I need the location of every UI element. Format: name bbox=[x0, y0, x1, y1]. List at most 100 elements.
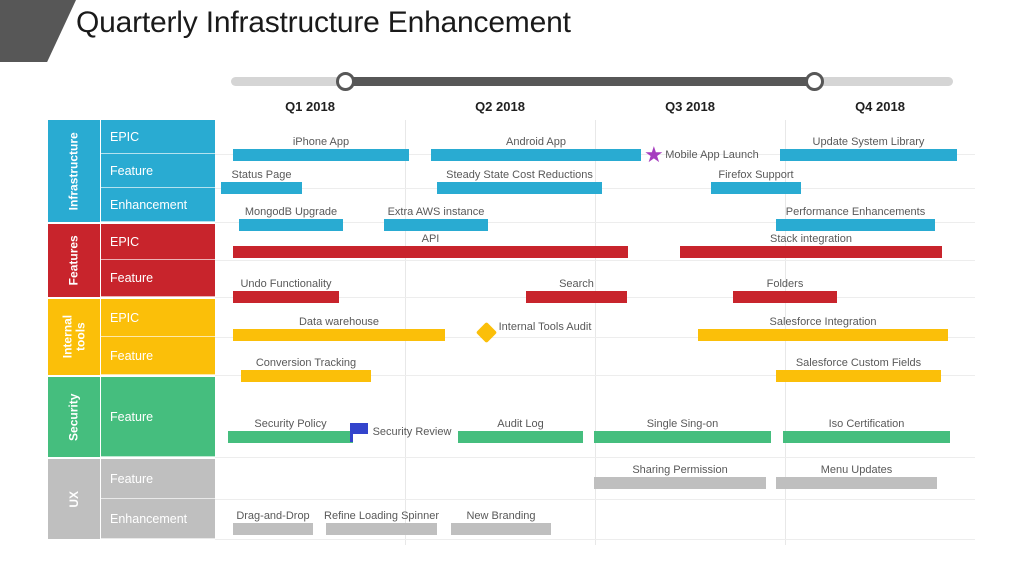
task-bar-fill[interactable] bbox=[780, 149, 957, 161]
sidebar-row-infrastructure-enhancement[interactable]: Enhancement bbox=[101, 188, 215, 222]
flag-cloth bbox=[353, 423, 368, 434]
category-block-infrastructure[interactable]: Infrastructure bbox=[48, 120, 100, 222]
category-label: Features bbox=[66, 235, 81, 286]
task-bar[interactable]: Search bbox=[526, 278, 627, 303]
task-bar-fill[interactable] bbox=[241, 370, 371, 382]
slider-handle-start[interactable] bbox=[336, 72, 355, 91]
task-bar[interactable]: Folders bbox=[733, 278, 837, 303]
task-label: Extra AWS instance bbox=[387, 206, 485, 218]
task-bar[interactable]: Conversion Tracking bbox=[241, 357, 371, 382]
task-bar[interactable]: Security Policy bbox=[228, 418, 353, 443]
task-label: Menu Updates bbox=[820, 464, 893, 476]
task-bar[interactable]: Update System Library bbox=[780, 136, 957, 161]
task-bar[interactable]: New Branding bbox=[451, 510, 551, 535]
task-label: Salesforce Integration bbox=[769, 316, 877, 328]
task-bar-fill[interactable] bbox=[594, 477, 766, 489]
timeline-range-slider[interactable] bbox=[231, 72, 953, 92]
task-bar-fill[interactable] bbox=[326, 523, 437, 535]
task-bar-fill[interactable] bbox=[233, 291, 339, 303]
sidebar-row-label: Feature bbox=[110, 471, 154, 486]
task-bar[interactable]: Sharing Permission bbox=[594, 464, 766, 489]
task-bar[interactable]: Steady State Cost Reductions bbox=[437, 169, 602, 194]
category-block-security[interactable]: Security bbox=[48, 377, 100, 457]
sidebar-row-label: Feature bbox=[110, 348, 154, 363]
task-bar[interactable]: Single Sing-on bbox=[594, 418, 771, 443]
task-label: Iso Certification bbox=[828, 418, 905, 430]
quarter-label-1: Q1 2018 bbox=[285, 99, 335, 114]
task-bar-fill[interactable] bbox=[431, 149, 641, 161]
task-bar-fill[interactable] bbox=[594, 431, 771, 443]
sidebar-row-infrastructure-epic[interactable]: EPIC bbox=[101, 120, 215, 154]
task-bar[interactable]: iPhone App bbox=[233, 136, 409, 161]
milestone-flag-icon[interactable]: Security Review bbox=[350, 423, 451, 442]
row-separator bbox=[215, 260, 975, 261]
task-bar-fill[interactable] bbox=[783, 431, 950, 443]
task-label: Conversion Tracking bbox=[255, 357, 357, 369]
star-icon: ★ bbox=[644, 142, 664, 167]
slider-handle-end[interactable] bbox=[805, 72, 824, 91]
task-bar-fill[interactable] bbox=[680, 246, 942, 258]
row-separator bbox=[215, 499, 975, 500]
task-bar[interactable]: Android App bbox=[431, 136, 641, 161]
task-bar[interactable]: Audit Log bbox=[458, 418, 583, 443]
task-bar[interactable]: Stack integration bbox=[680, 233, 942, 258]
category-block-features[interactable]: Features bbox=[48, 224, 100, 297]
sidebar-row-ux-enhancement[interactable]: Enhancement bbox=[101, 499, 215, 539]
sidebar-row-ux-feature[interactable]: Feature bbox=[101, 459, 215, 499]
sidebar-row-internal-tools-feature[interactable]: Feature bbox=[101, 337, 215, 375]
sidebar-row-label: EPIC bbox=[110, 129, 140, 144]
task-bar[interactable]: API bbox=[233, 233, 628, 258]
category-block-internal-tools[interactable]: Internal tools bbox=[48, 299, 100, 375]
task-bar-fill[interactable] bbox=[776, 477, 937, 489]
sidebar-row-label: EPIC bbox=[110, 234, 140, 249]
task-bar-fill[interactable] bbox=[233, 246, 628, 258]
task-bar-fill[interactable] bbox=[451, 523, 551, 535]
task-bar[interactable]: Firefox Support bbox=[711, 169, 801, 194]
sidebar-row-label: Feature bbox=[110, 163, 154, 178]
task-bar-fill[interactable] bbox=[228, 431, 353, 443]
sidebar-row-features-feature[interactable]: Feature bbox=[101, 260, 215, 297]
task-bar[interactable]: Performance Enhancements bbox=[776, 206, 935, 231]
sidebar-row-internal-tools-epic[interactable]: EPIC bbox=[101, 299, 215, 337]
task-bar-fill[interactable] bbox=[384, 219, 488, 231]
slider-selected-range[interactable] bbox=[344, 77, 814, 86]
task-bar[interactable]: Menu Updates bbox=[776, 464, 937, 489]
task-bar-fill[interactable] bbox=[526, 291, 627, 303]
task-bar[interactable]: Undo Functionality bbox=[233, 278, 339, 303]
category-sidebar: Infrastructure EPIC Feature Enhancement Feat… bbox=[48, 120, 215, 545]
task-bar-fill[interactable] bbox=[233, 149, 409, 161]
task-bar-fill[interactable] bbox=[698, 329, 948, 341]
task-bar[interactable]: Refine Loading Spinner bbox=[324, 510, 439, 535]
task-bar-fill[interactable] bbox=[437, 182, 602, 194]
task-bar-fill[interactable] bbox=[711, 182, 801, 194]
task-bar[interactable]: Salesforce Custom Fields bbox=[776, 357, 941, 382]
task-bar[interactable]: Drag-and-Drop bbox=[233, 510, 313, 535]
task-bar-fill[interactable] bbox=[233, 523, 313, 535]
category-block-ux[interactable]: UX bbox=[48, 459, 100, 539]
task-bar[interactable]: Data warehouse bbox=[233, 316, 445, 341]
quarter-label-2: Q2 2018 bbox=[475, 99, 525, 114]
sidebar-row-label: Enhancement bbox=[110, 511, 188, 526]
task-bar[interactable]: Iso Certification bbox=[783, 418, 950, 443]
milestone-star-icon[interactable]: ★ Mobile App Launch bbox=[644, 142, 759, 167]
task-bar[interactable]: Extra AWS instance bbox=[384, 206, 488, 231]
task-label: Audit Log bbox=[497, 418, 544, 430]
task-bar-fill[interactable] bbox=[233, 329, 445, 341]
gantt-chart-area: iPhone App Android App Update System Libra… bbox=[215, 120, 975, 545]
milestone-label: Mobile App Launch bbox=[665, 149, 759, 161]
task-bar-fill[interactable] bbox=[776, 219, 935, 231]
task-bar-fill[interactable] bbox=[733, 291, 837, 303]
sidebar-row-features-epic[interactable]: EPIC bbox=[101, 224, 215, 260]
task-bar[interactable]: MongodB Upgrade bbox=[239, 206, 343, 231]
task-bar[interactable]: Salesforce Integration bbox=[698, 316, 948, 341]
task-bar-fill[interactable] bbox=[458, 431, 583, 443]
milestone-label: Internal Tools Audit bbox=[498, 321, 592, 333]
task-bar-fill[interactable] bbox=[221, 182, 302, 194]
task-bar[interactable]: Status Page bbox=[221, 169, 302, 194]
category-label: Infrastructure bbox=[66, 131, 81, 211]
sidebar-row-security-feature[interactable]: Feature bbox=[101, 377, 215, 457]
sidebar-row-infrastructure-feature[interactable]: Feature bbox=[101, 154, 215, 188]
task-bar-fill[interactable] bbox=[776, 370, 941, 382]
task-bar-fill[interactable] bbox=[239, 219, 343, 231]
milestone-diamond-icon[interactable]: Internal Tools Audit bbox=[475, 321, 591, 344]
